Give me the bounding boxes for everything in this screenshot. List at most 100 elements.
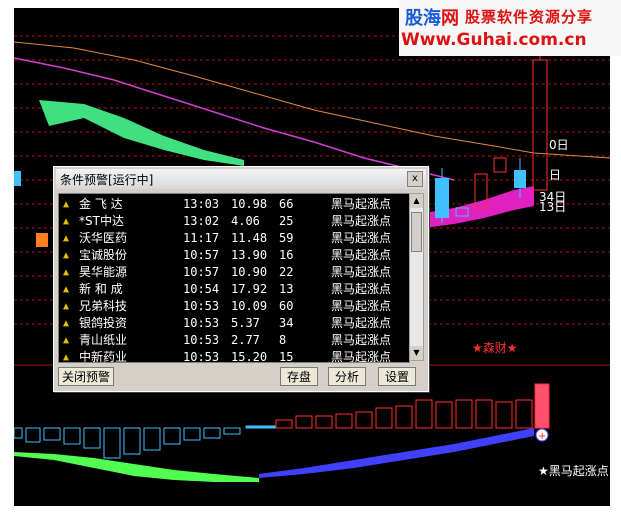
list-item[interactable]: ▲ 昊华能源 10:57 10.90 22 黑马起涨点 (59, 264, 409, 281)
save-button[interactable]: 存盘 (280, 367, 318, 386)
up-arrow-icon: ▲ (63, 284, 70, 295)
analyze-button[interactable]: 分析 (328, 367, 366, 386)
stock-name: 昊华能源 (79, 265, 128, 279)
alert-time: 11:17 (183, 231, 220, 245)
lower-blue-band (259, 428, 534, 478)
condition: 黑马起涨点 (331, 316, 392, 330)
count: 8 (279, 333, 287, 347)
condition: 黑马起涨点 (331, 282, 392, 296)
up-arrow-icon: ▲ (63, 335, 70, 346)
histogram-down (14, 425, 277, 459)
list-item[interactable]: ▲ 金 飞 达 13:03 10.98 66 黑马起涨点 (59, 196, 409, 213)
stock-name: 银鸽投资 (79, 316, 128, 330)
condition: 黑马起涨点 (331, 333, 392, 347)
count: 34 (279, 316, 294, 330)
count: 16 (279, 248, 294, 262)
count: 22 (279, 265, 294, 279)
alert-time: 10:54 (183, 282, 220, 296)
day-label-4: 13日 (539, 200, 567, 214)
list-item[interactable]: ▲ 银鸽投资 10:53 5.37 34 黑马起涨点 (59, 315, 409, 332)
watermark-brand-b: 网 (441, 8, 459, 29)
watermark-url: Www.Guhai.com.cn (401, 30, 587, 50)
close-alert-button[interactable]: 关闭预警 (58, 367, 114, 386)
alert-time: 13:02 (183, 214, 220, 228)
alert-time: 10:57 (183, 248, 220, 262)
settings-button[interactable]: 设置 (378, 367, 416, 386)
price: 4.06 (231, 214, 260, 228)
price: 10.09 (231, 299, 268, 313)
watermark: 股海网 股票软件资源分享 Www.Guhai.com.cn (399, 0, 621, 56)
svg-text:+: + (538, 431, 546, 442)
condition: 黑马起涨点 (331, 231, 392, 245)
condition: 黑马起涨点 (331, 299, 392, 313)
list-item[interactable]: ▲ 宝诚股份 10:57 13.90 16 黑马起涨点 (59, 247, 409, 264)
day-label-1: 0日 (549, 138, 569, 152)
candle (532, 59, 548, 191)
up-arrow-icon: ▲ (63, 199, 70, 210)
condition: 黑马起涨点 (331, 214, 392, 228)
stock-name: 沃华医药 (79, 231, 128, 245)
alert-time: 10:53 (183, 299, 220, 313)
condition: 黑马起涨点 (331, 197, 392, 211)
stock-name: 新 和 成 (79, 282, 123, 296)
price: 2.77 (231, 333, 260, 347)
price: 10.90 (231, 265, 268, 279)
scrollbar-thumb[interactable] (411, 212, 422, 252)
scroll-down-icon[interactable]: ▼ (410, 346, 423, 360)
price: 17.92 (231, 282, 268, 296)
candle (36, 233, 48, 247)
up-arrow-icon: ▲ (63, 318, 70, 329)
list-item[interactable]: ▲ 青山纸业 10:53 2.77 8 黑马起涨点 (59, 332, 409, 349)
scroll-up-icon[interactable]: ▲ (410, 194, 423, 208)
sencai-label: ★森财★ (472, 341, 518, 355)
count: 13 (279, 282, 294, 296)
alert-time: 10:57 (183, 265, 220, 279)
list-item[interactable]: ▲ 中新药业 10:53 15.20 15 黑马起涨点 (59, 349, 409, 363)
list-item[interactable]: ▲ 兄弟科技 10:53 10.09 60 黑马起涨点 (59, 298, 409, 315)
lower-green-band (14, 452, 259, 482)
day-label-2: 日 (549, 168, 562, 182)
stock-name: 中新药业 (79, 350, 128, 363)
list-item[interactable]: ▲ 新 和 成 10:54 17.92 13 黑马起涨点 (59, 281, 409, 298)
stock-name: *ST中达 (79, 214, 124, 228)
alert-list[interactable]: ▲ 金 飞 达 13:03 10.98 66 黑马起涨点 ▲ *ST中达 13:… (58, 193, 410, 363)
stock-name: 宝诚股份 (79, 248, 128, 262)
stock-name: 青山纸业 (79, 333, 128, 347)
stock-name: 兄弟科技 (79, 299, 128, 313)
price: 15.20 (231, 350, 268, 363)
count: 59 (279, 231, 294, 245)
up-arrow-icon: ▲ (63, 233, 70, 244)
alert-time: 10:53 (183, 316, 220, 330)
stock-name: 金 飞 达 (79, 197, 123, 211)
up-arrow-icon: ▲ (63, 250, 70, 261)
count: 25 (279, 214, 294, 228)
signal-label: ★黑马起涨点 (538, 464, 609, 478)
watermark-tagline: 股票软件资源分享 (465, 8, 594, 26)
condition: 黑马起涨点 (331, 248, 392, 262)
orange-ma-line (14, 41, 610, 159)
up-arrow-icon: ▲ (63, 301, 70, 312)
alert-time: 13:03 (183, 197, 220, 211)
close-icon[interactable]: x (407, 171, 423, 187)
list-scrollbar[interactable]: ▲ ▼ (409, 193, 424, 361)
count: 15 (279, 350, 294, 363)
condition-alert-dialog[interactable]: 条件预警[运行中] x ▲ 金 飞 达 13:03 10.98 66 黑马起涨点… (53, 166, 429, 392)
count: 60 (279, 299, 294, 313)
dialog-title: 条件预警[运行中] (60, 173, 154, 187)
dialog-titlebar[interactable]: 条件预警[运行中] x (56, 169, 426, 189)
list-item[interactable]: ▲ 沃华医药 11:17 11.48 59 黑马起涨点 (59, 230, 409, 247)
alert-time: 10:53 (183, 333, 220, 347)
condition: 黑马起涨点 (331, 265, 392, 279)
candle (14, 171, 21, 186)
price: 11.48 (231, 231, 268, 245)
watermark-brand-a: 股海 (405, 8, 441, 29)
watermark-brand: 股海网 (405, 4, 459, 30)
price: 13.90 (231, 248, 268, 262)
up-arrow-icon: ▲ (63, 267, 70, 278)
list-item[interactable]: ▲ *ST中达 13:02 4.06 25 黑马起涨点 (59, 213, 409, 230)
up-arrow-icon: ▲ (63, 216, 70, 227)
price: 5.37 (231, 316, 260, 330)
up-arrow-icon: ▲ (63, 352, 70, 363)
candle (493, 157, 507, 173)
price: 10.98 (231, 197, 268, 211)
